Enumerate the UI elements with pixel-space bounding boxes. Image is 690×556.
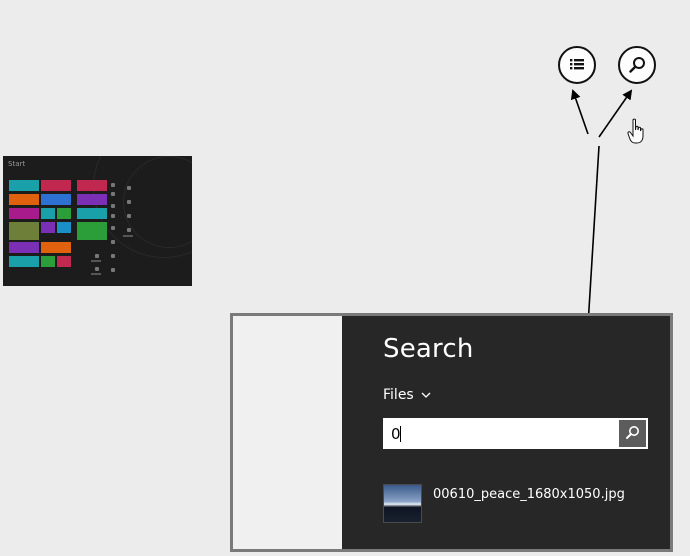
- search-result-item[interactable]: 00610_peace_1680x1050.jpg: [383, 484, 625, 523]
- search-pane: Search Files 00610_peace_1680x1050.jpg: [342, 316, 670, 549]
- arrow-to-list: [570, 89, 589, 135]
- search-submit-button[interactable]: [619, 420, 646, 447]
- search-title: Search: [383, 334, 474, 364]
- scope-dropdown[interactable]: Files: [383, 387, 431, 403]
- search-icon: [626, 426, 639, 439]
- search-box: [383, 418, 648, 449]
- result-thumbnail: [383, 484, 422, 523]
- result-file-name: 00610_peace_1680x1050.jpg: [433, 487, 625, 502]
- search-input[interactable]: [383, 418, 615, 449]
- chevron-down-icon: [421, 392, 431, 398]
- arrow-to-search: [598, 89, 633, 138]
- scope-label: Files: [383, 387, 414, 403]
- text-caret: [400, 426, 401, 442]
